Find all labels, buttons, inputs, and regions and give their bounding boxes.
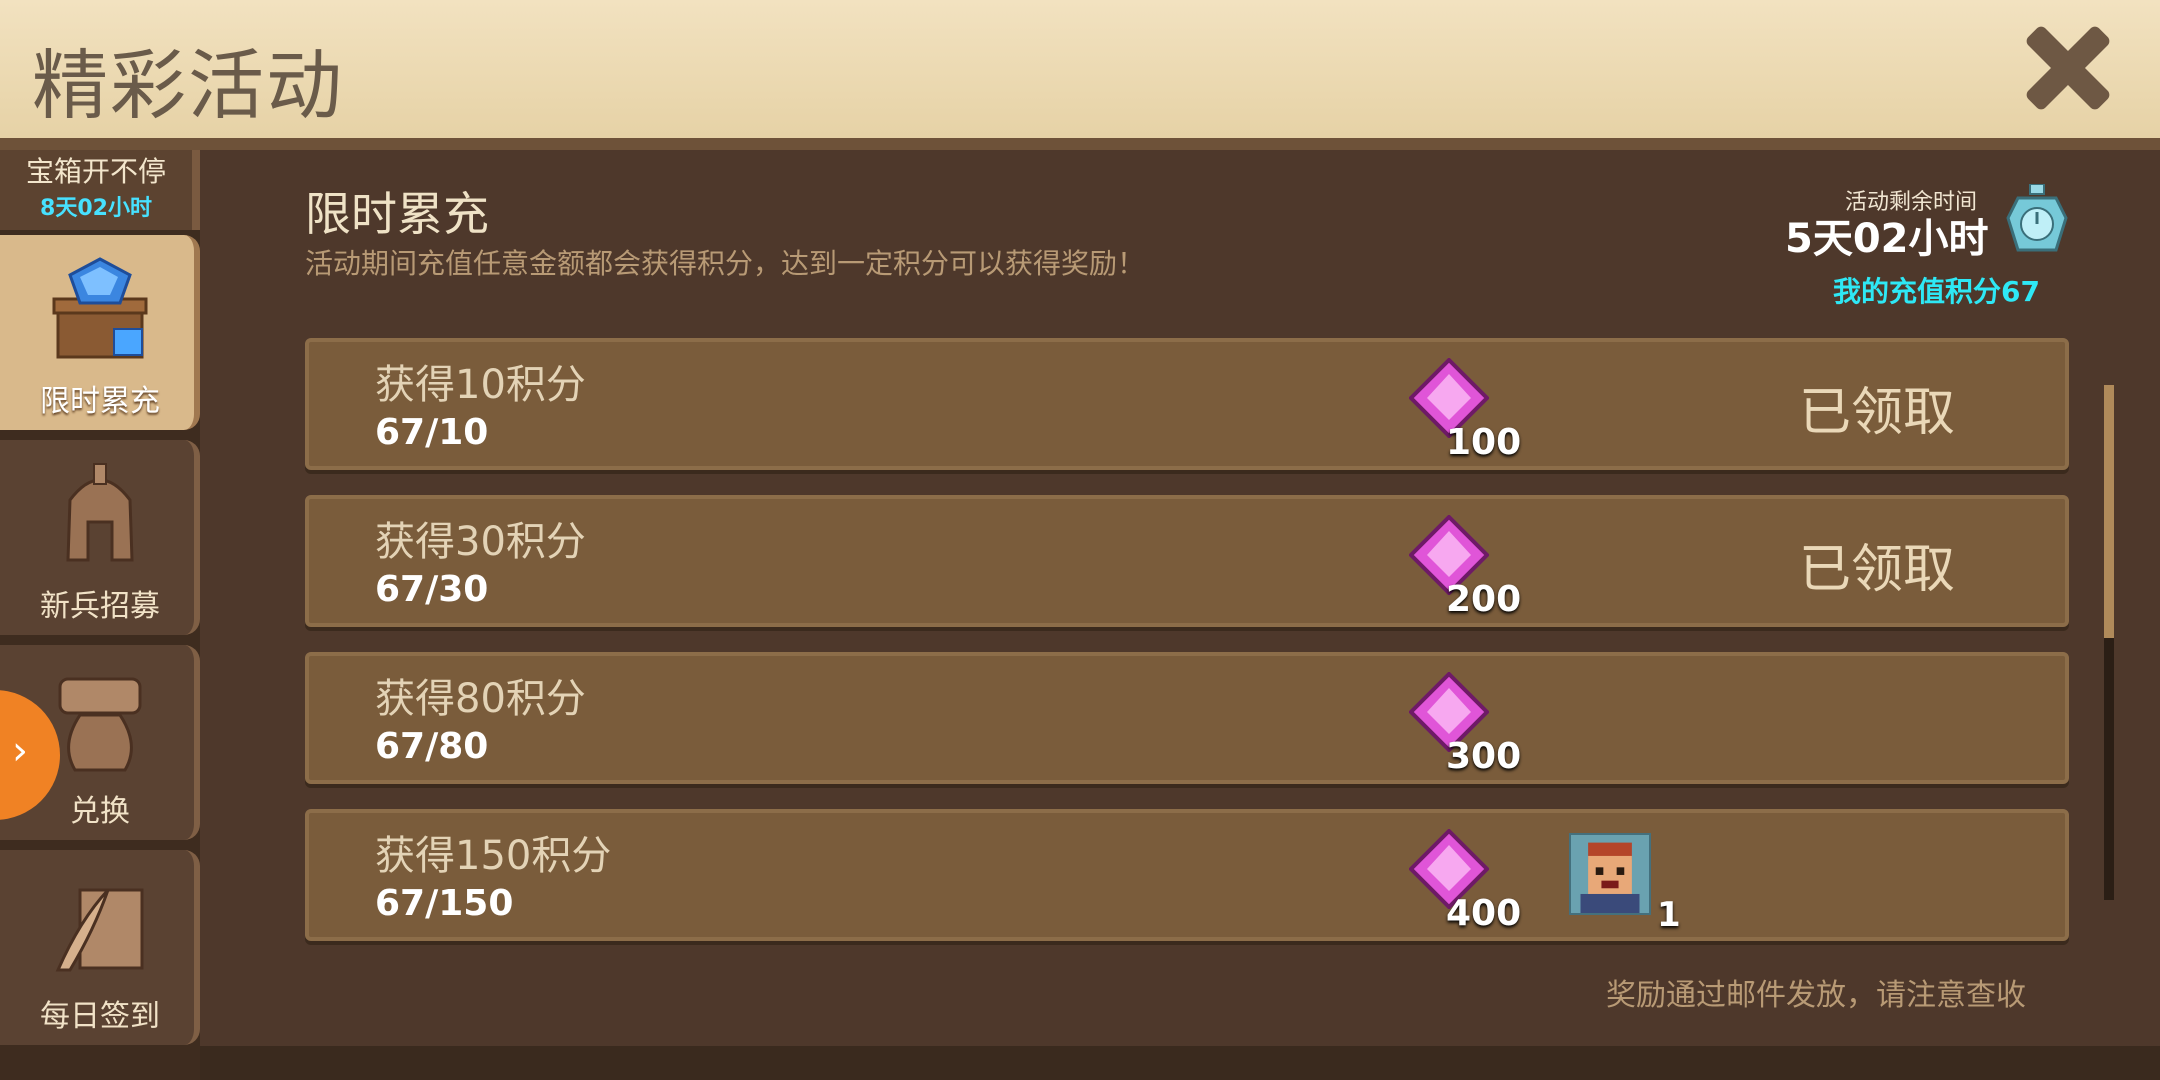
reward-row: 获得80积分 67/80 300: [305, 652, 2069, 784]
page-title: 精彩活动: [32, 41, 344, 130]
reward-progress: 67/10: [375, 412, 489, 453]
recharge-points: 我的充值积分67: [1833, 275, 2040, 308]
quill-scroll-icon: [55, 888, 144, 972]
helmet-icon: [66, 463, 134, 562]
sidebar-top-label: 宝箱开不停: [25, 155, 166, 188]
reward-progress: 67/150: [375, 883, 514, 924]
timer-value: 5天02小时: [1785, 216, 1989, 262]
chevron-right-icon: ›: [12, 728, 28, 774]
close-icon[interactable]: [2018, 18, 2118, 118]
tab-recruit[interactable]: 新兵招募: [0, 440, 200, 635]
stopwatch-icon: [2006, 184, 2068, 252]
tab-label: 新兵招募: [40, 589, 160, 624]
reward-title: 获得30积分: [375, 519, 586, 565]
reward-progress: 67/80: [375, 726, 489, 767]
gem-amount: 200: [1446, 579, 1522, 620]
activity-description: 活动期间充值任意金额都会获得积分，达到一定积分可以获得奖励！: [305, 247, 1146, 280]
reward-title: 获得80积分: [375, 676, 586, 722]
gem-amount: 400: [1446, 893, 1522, 934]
reward-row: 获得10积分 67/10 100 已领取: [305, 338, 2069, 470]
exchange-sack-icon: [58, 677, 142, 772]
gem-chest-icon: [52, 257, 148, 359]
scrollbar-thumb[interactable]: [2104, 385, 2114, 638]
sidebar-top-item[interactable]: 宝箱开不停 8天02小时: [0, 150, 200, 230]
sidebar-top-timer: 8天02小时: [40, 196, 152, 221]
reward-row: 获得30积分 67/30 200 已领取: [305, 495, 2069, 627]
activity-title: 限时累充: [305, 187, 489, 241]
hero-portrait-icon[interactable]: [1569, 833, 1651, 915]
tab-limited-recharge[interactable]: 限时累充: [0, 235, 200, 430]
tab-daily-signin[interactable]: 每日签到: [0, 850, 200, 1045]
header-bar: 精彩活动: [0, 0, 2160, 150]
reward-row: 获得150积分 67/150 400 1: [305, 809, 2069, 941]
claimed-status: 已领取: [1799, 540, 1956, 600]
hero-count: 1: [1657, 895, 1681, 935]
reward-footnote: 奖励通过邮件发放，请注意查收: [1606, 978, 2026, 1013]
reward-progress: 67/30: [375, 569, 489, 610]
claimed-status: 已领取: [1799, 383, 1956, 443]
gem-amount: 300: [1446, 736, 1522, 777]
reward-title: 获得10积分: [375, 362, 586, 408]
sidebar: 宝箱开不停 8天02小时 限时累充 新兵招募 兑换 每日签到 ›: [0, 150, 200, 1080]
tab-label: 每日签到: [40, 999, 160, 1034]
gem-amount: 100: [1446, 422, 1522, 463]
reward-title: 获得150积分: [375, 833, 612, 879]
tab-label: 限时累充: [40, 384, 160, 419]
bottom-bar: [200, 1046, 2160, 1080]
